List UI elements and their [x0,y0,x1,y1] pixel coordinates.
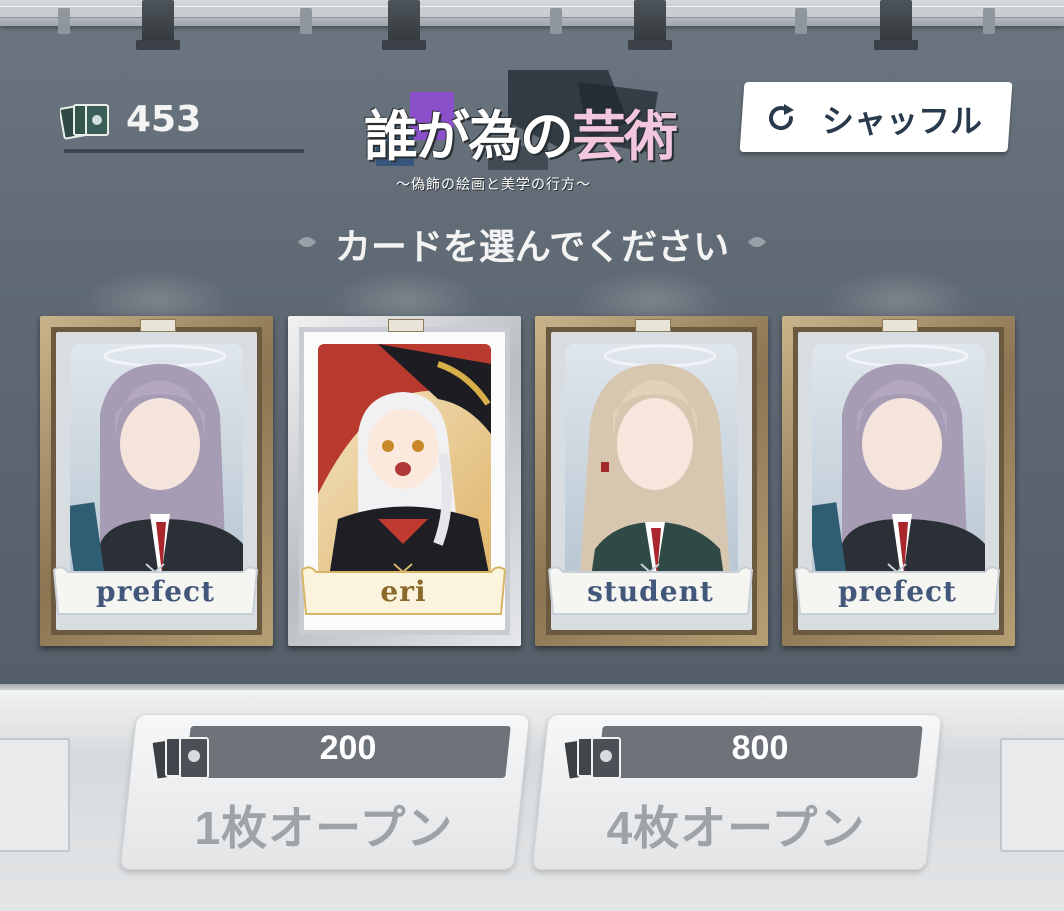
card-banner: student [543,560,758,620]
character-illustration [812,344,985,584]
card-prefect-1[interactable]: prefect [40,316,273,646]
rail-clip [628,0,672,50]
cost-value: 200 [319,729,377,767]
rail-clip [874,0,918,50]
rail-peg [795,8,807,34]
rail-peg [300,8,312,34]
floor-panel [0,738,70,852]
card-gallery-screen: 453 誰が為の芸術 〜偽飾の絵画と美学の行方〜 シャッフル カードを選んでくだ… [0,0,1064,911]
frame-tag [388,319,424,332]
logo-title-part2: 芸術 [572,104,678,168]
card-portrait [565,344,738,584]
card-portrait [812,344,985,584]
card-label: prefect [96,575,215,608]
card-eri[interactable]: eri [288,316,521,646]
card-deck-icon [60,104,109,140]
card-frame: prefect [40,316,273,646]
floor-panel [1000,738,1064,852]
logo-title: 誰が為の芸術 [364,92,678,171]
shuffle-label: シャッフル [822,103,983,139]
ornament-right-icon [748,237,766,247]
rail-peg [550,8,562,34]
character-illustration [580,344,730,584]
card-label: student [587,575,714,608]
card-student[interactable]: student [535,316,768,646]
rail-clip [382,0,426,50]
character-illustration [70,344,243,584]
event-logo: 誰が為の芸術 〜偽飾の絵画と美学の行方〜 [358,62,698,202]
refresh-icon [769,104,794,131]
card-banner: eri [296,560,511,620]
card-label: prefect [838,575,957,608]
cost-value: 800 [731,729,789,767]
currency-display: 453 [60,95,305,155]
open-button-label: 1枚オープン [194,802,454,854]
rail-peg [58,8,70,34]
card-frame: student [535,316,768,646]
currency-value: 453 [126,99,202,140]
logo-subtitle: 〜偽飾の絵画と美学の行方〜 [396,177,591,193]
character-illustration [318,344,491,584]
open-1-button[interactable]: 200 1枚オープン [119,714,531,870]
frame-tag [635,319,671,332]
currency-underline [64,149,304,153]
shuffle-button[interactable]: シャッフル [739,82,1013,152]
card-portrait [318,344,491,584]
rail-clip [136,0,180,50]
logo-title-part1: 誰が為の [364,104,574,168]
open-button-label: 4枚オープン [606,802,866,854]
card-portrait [70,344,243,584]
card-banner: prefect [48,560,263,620]
instruction-text: カードを選んでください [334,227,730,268]
shuffle-button-content: シャッフル [742,82,1010,152]
frame-tag [882,319,918,332]
card-prefect-2[interactable]: prefect [782,316,1015,646]
rail-peg [983,8,995,34]
open-4-button[interactable]: 800 4枚オープン [531,714,943,870]
card-banner: prefect [790,560,1005,620]
card-frame: prefect [782,316,1015,646]
card-label: eri [380,575,427,608]
frame-tag [140,319,176,332]
card-frame: eri [288,316,521,646]
